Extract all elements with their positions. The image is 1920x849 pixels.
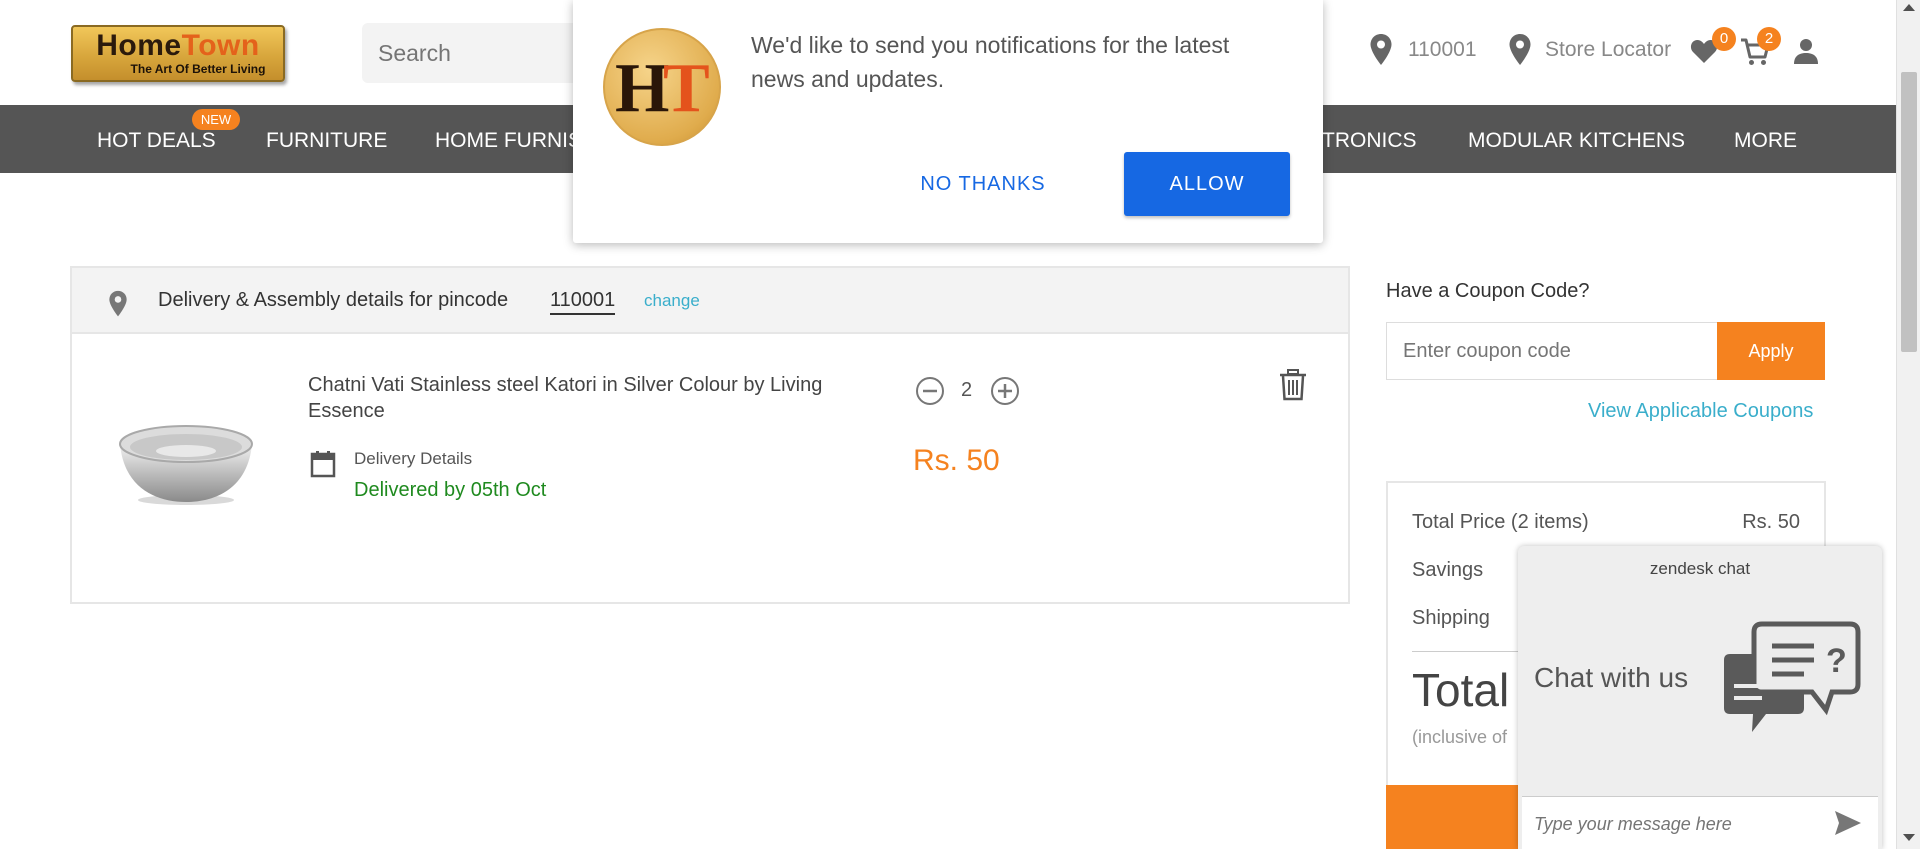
calendar-icon — [310, 451, 336, 478]
coupon-title: Have a Coupon Code? — [1386, 280, 1590, 302]
location-pin-icon[interactable] — [1369, 33, 1393, 67]
nav-item-electronics[interactable]: TRONICS — [1322, 129, 1417, 153]
chat-with-us-title[interactable]: Chat with us — [1534, 662, 1688, 694]
quantity-increase-button[interactable] — [990, 376, 1020, 406]
zendesk-chat-widget[interactable]: zendesk chat Chat with us ? — [1518, 546, 1882, 849]
delivery-details-bar: Delivery & Assembly details for pincode … — [72, 268, 1348, 334]
change-pincode-link[interactable]: change — [644, 291, 700, 311]
user-account-icon[interactable] — [1793, 38, 1819, 64]
chat-brand-label: zendesk chat — [1649, 559, 1751, 578]
allow-button[interactable]: ALLOW — [1124, 152, 1290, 216]
logo-wordmark: HomeTown — [73, 31, 283, 61]
wishlist-count-badge: 0 — [1712, 27, 1736, 51]
chat-message-input[interactable] — [1534, 809, 1824, 839]
store-locator-pin-icon[interactable] — [1508, 33, 1532, 67]
item-price: Rs. 50 — [913, 444, 1000, 477]
shipping-label: Shipping — [1412, 607, 1490, 629]
no-thanks-button[interactable]: NO THANKS — [913, 153, 1053, 215]
product-name[interactable]: Chatni Vati Stainless steel Katori in Si… — [308, 372, 868, 424]
chat-bubbles-icon: ? — [1724, 621, 1861, 732]
scroll-up-arrow-icon[interactable] — [1903, 4, 1915, 11]
notification-permission-popup: H T We'd like to send you notifications … — [573, 0, 1323, 243]
scroll-down-arrow-icon[interactable] — [1903, 834, 1915, 841]
page-scrollbar[interactable] — [1896, 0, 1920, 849]
delivery-assembly-label: Delivery & Assembly details for pincode — [158, 289, 509, 311]
coupon-code-input[interactable] — [1386, 322, 1718, 380]
nav-item-furniture[interactable]: FURNITURE — [266, 129, 387, 153]
nav-item-modular-kitchens[interactable]: MODULAR KITCHENS — [1468, 129, 1685, 153]
delete-item-trash-icon[interactable] — [1279, 369, 1307, 401]
cart-panel: Delivery & Assembly details for pincode … — [70, 266, 1350, 604]
nav-item-more[interactable]: MORE — [1734, 129, 1797, 153]
nav-item-hot-deals[interactable]: HOT DEALS — [97, 129, 216, 153]
savings-label: Savings — [1412, 559, 1484, 581]
nav-item-home-furnishing[interactable]: HOME FURNIS — [435, 129, 582, 153]
delivery-details-label: Delivery Details — [354, 449, 473, 468]
view-applicable-coupons-link[interactable]: View Applicable Coupons — [1588, 400, 1813, 423]
chat-input-bar — [1522, 796, 1878, 849]
apply-coupon-button[interactable]: Apply — [1717, 322, 1825, 380]
product-image-katori-bowl[interactable] — [116, 418, 256, 506]
page: HomeTown The Art Of Better Living 110001… — [0, 0, 1920, 849]
store-locator-link[interactable]: Store Locator — [1545, 38, 1671, 62]
order-total-label: Total — [1412, 664, 1510, 716]
logo-text-town: Town — [181, 29, 260, 62]
delivery-pin-icon — [109, 290, 127, 317]
notification-message: We'd like to send you notifications for … — [751, 32, 1230, 92]
header-pincode[interactable]: 110001 — [1408, 38, 1477, 62]
cart-pincode: 110001 — [550, 289, 616, 315]
hometown-logo[interactable]: HomeTown The Art Of Better Living — [71, 25, 285, 82]
cart-count-badge: 2 — [1757, 27, 1781, 51]
svg-text:?: ? — [1826, 642, 1847, 680]
quantity-decrease-button[interactable] — [915, 376, 945, 406]
logo-tagline: The Art Of Better Living — [130, 62, 266, 76]
total-price-label: Total Price (2 items) — [1412, 511, 1589, 533]
logo-text-home: Home — [96, 29, 182, 62]
delivery-date: Delivered by 05th Oct — [354, 479, 547, 501]
scrollbar-thumb[interactable] — [1901, 72, 1917, 352]
ht-logo-letter-t: T — [663, 50, 710, 127]
send-message-icon[interactable] — [1834, 810, 1862, 836]
new-badge: NEW — [192, 109, 240, 130]
ht-logo-letter-h: H — [615, 50, 670, 127]
hometown-ht-logo: H T — [603, 28, 721, 146]
inclusive-of-taxes-note: (inclusive of — [1412, 727, 1508, 747]
quantity-value: 2 — [961, 379, 973, 401]
total-price-value: Rs. 50 — [1742, 511, 1800, 533]
